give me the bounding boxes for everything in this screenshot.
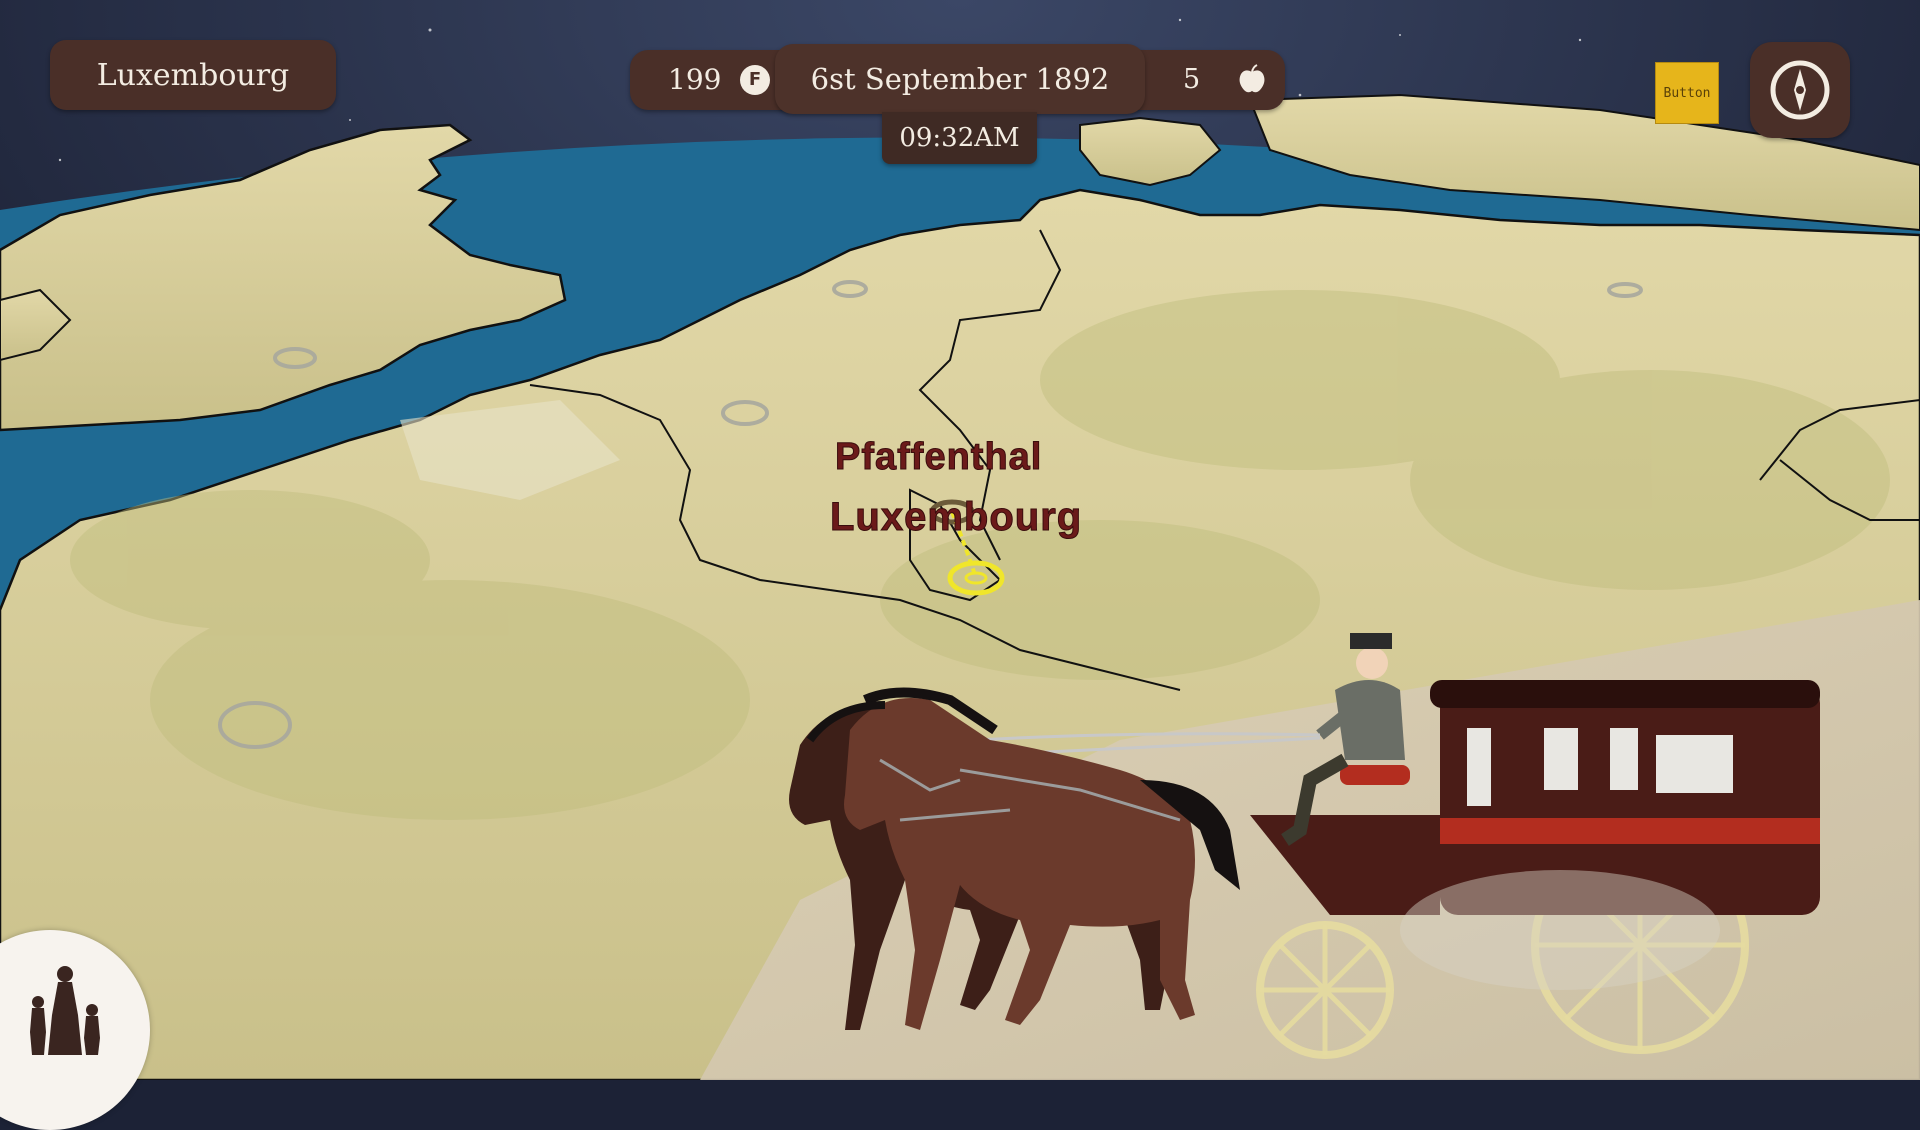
compass-button[interactable] xyxy=(1750,42,1850,138)
current-time: 09:32AM xyxy=(899,123,1020,153)
debug-button[interactable]: Button xyxy=(1655,62,1719,124)
family-icon xyxy=(30,966,100,1055)
franc-coin-icon: F xyxy=(740,65,770,95)
location-name-panel: Luxembourg xyxy=(50,40,336,110)
current-date: 6st September 1892 xyxy=(810,62,1110,96)
apple-icon xyxy=(1239,64,1265,93)
debug-button-label: Button xyxy=(1663,85,1711,101)
location-name: Luxembourg xyxy=(96,57,290,93)
compass-icon xyxy=(1770,60,1830,120)
date-panel: 6st September 1892 xyxy=(775,44,1145,114)
food-value: 5 xyxy=(1183,64,1201,95)
map-label-pfaffenthal[interactable]: Pfaffenthal xyxy=(834,436,1042,479)
time-panel: 09:32AM xyxy=(882,112,1037,164)
map-label-luxembourg[interactable]: Luxembourg xyxy=(829,495,1082,540)
money-value: 199 xyxy=(668,63,722,96)
